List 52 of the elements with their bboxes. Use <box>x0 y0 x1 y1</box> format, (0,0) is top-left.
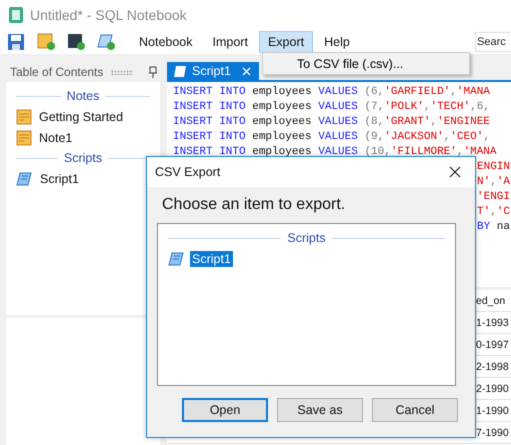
table-cell-text: 2-1990 <box>476 382 509 397</box>
code-line: T','C <box>477 205 510 220</box>
menu-item[interactable]: Import <box>204 31 257 53</box>
code-line: INSERT INTO employees VALUES (6,'GARFIELD','MANA <box>173 85 490 100</box>
code-line: INSERT INTO employees VALUES (9,'JACKSON','CEO', <box>173 130 490 145</box>
note-icon <box>16 130 32 146</box>
toc-item[interactable]: Script1 <box>38 170 81 186</box>
column-header: ed_on <box>476 294 506 309</box>
save-icon[interactable] <box>6 33 26 51</box>
dialog-button[interactable]: Open <box>182 398 268 422</box>
dialog-button[interactable]: Save as <box>277 398 363 422</box>
code-line: ENGIN <box>477 160 510 175</box>
code-line: 'ENGI <box>477 190 510 205</box>
app-icon <box>8 6 24 24</box>
menu-item[interactable]: Notebook <box>130 31 202 53</box>
list-item[interactable]: Script1 <box>190 250 233 266</box>
menu-item[interactable]: Help <box>315 31 359 53</box>
new-console-icon[interactable] <box>66 33 86 51</box>
toc-item[interactable]: Getting Started <box>37 108 126 124</box>
pin-icon[interactable] <box>149 66 158 78</box>
code-line: N','A <box>477 175 510 190</box>
panel-title: Table of Contents <box>10 65 104 79</box>
code-line: INSERT INTO employees VALUES (7,'POLK','TECH',6, <box>173 100 490 115</box>
section-header: Notes <box>66 89 100 103</box>
scroll-icon <box>168 250 185 266</box>
table-cell-text: 7-1990 <box>476 426 509 441</box>
menu-item[interactable]: Export <box>258 31 314 53</box>
item-list[interactable]: Scripts Script1 <box>157 223 456 386</box>
new-script-icon[interactable] <box>96 33 116 51</box>
code-line: BY na <box>477 220 510 235</box>
table-cell-text: 1-1993 <box>476 316 509 331</box>
code-line: INSERT INTO employees VALUES (8,'GRANT','ENGINEE <box>173 115 490 130</box>
dialog-prompt: Choose an item to export. <box>161 195 346 215</box>
editor-tab[interactable]: Script1 <box>167 62 259 80</box>
code-line: INSERT INTO employees VALUES (10,'FILLMORE','MANA <box>173 145 497 160</box>
section-header: Scripts <box>64 151 102 165</box>
scroll-icon <box>16 170 33 186</box>
new-note-icon[interactable] <box>36 33 56 51</box>
scroll-icon <box>173 64 187 78</box>
table-cell-text: 1-1990 <box>476 404 509 419</box>
table-cell-text: 2-1998 <box>476 360 509 375</box>
grip-icon[interactable] <box>111 70 134 74</box>
toc-item[interactable]: Note1 <box>37 130 74 146</box>
search-field[interactable]: Searc <box>475 32 511 52</box>
close-icon[interactable] <box>449 166 461 178</box>
menu-option[interactable]: To CSV file (.csv)... <box>263 56 469 70</box>
table-cell-text: 0-1997 <box>476 338 509 353</box>
dialog-button[interactable]: Cancel <box>372 398 458 422</box>
note-icon <box>16 108 32 124</box>
section-header: Scripts <box>287 231 326 245</box>
dialog-title: CSV Export <box>155 165 220 179</box>
window-title: Untitled* - SQL Notebook <box>30 7 187 23</box>
